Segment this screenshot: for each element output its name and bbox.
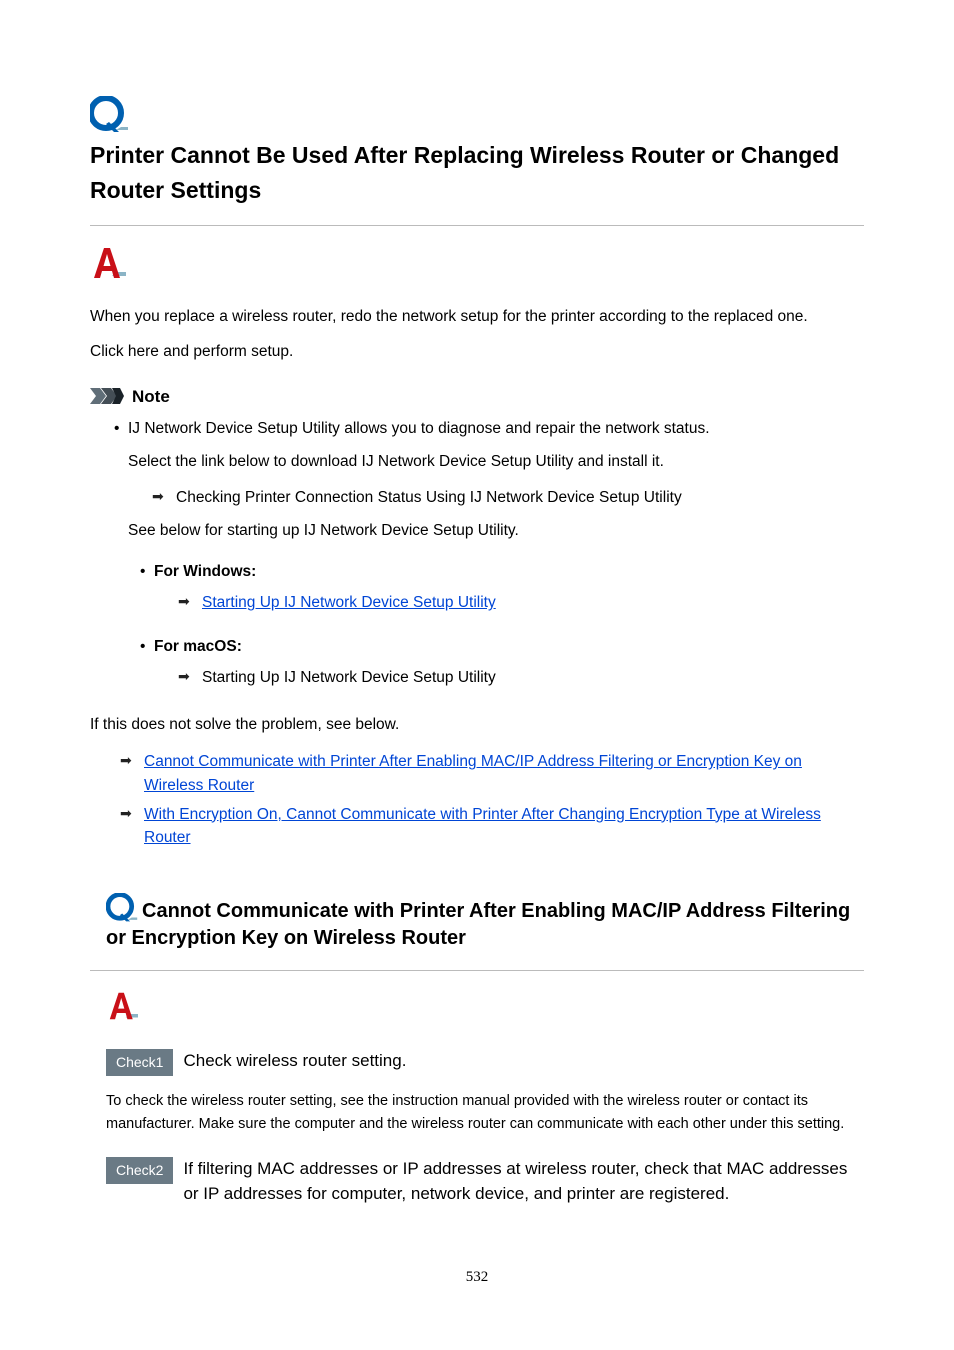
- page-title: Printer Cannot Be Used After Replacing W…: [90, 138, 864, 207]
- page-number: 532: [90, 1266, 864, 1289]
- subsection-title: Cannot Communicate with Printer After En…: [90, 887, 864, 952]
- subsection-title-text: Cannot Communicate with Printer After En…: [106, 900, 850, 949]
- divider-2: [90, 970, 864, 971]
- note-sub-2: See below for starting up IJ Network Dev…: [128, 519, 864, 542]
- check2-text: If filtering MAC addresses or IP address…: [183, 1157, 864, 1206]
- note-bullet-item: IJ Network Device Setup Utility allows y…: [114, 417, 864, 440]
- os-windows-link-item: Starting Up IJ Network Device Setup Util…: [178, 591, 864, 614]
- subsection: Cannot Communicate with Printer After En…: [90, 887, 864, 1206]
- answer-icon-large: [90, 246, 864, 280]
- note-bullet-list: IJ Network Device Setup Utility allows y…: [90, 417, 864, 440]
- check2-badge: Check2: [106, 1157, 173, 1184]
- problem-link-1[interactable]: Cannot Communicate with Printer After En…: [144, 753, 802, 793]
- note-label: Note: [132, 384, 170, 410]
- check1-badge: Check1: [106, 1049, 173, 1076]
- post-note-para: If this does not solve the problem, see …: [90, 713, 864, 736]
- note-header: Note: [90, 384, 864, 410]
- os-mac-text: Starting Up IJ Network Device Setup Util…: [178, 666, 864, 689]
- check1-explain: To check the wireless router setting, se…: [106, 1090, 864, 1135]
- problem-link-item-2: With Encryption On, Cannot Communicate w…: [120, 803, 864, 850]
- os-list: For Windows:: [90, 560, 864, 583]
- os-mac-label: For macOS:: [140, 635, 864, 658]
- check2-row: Check2 If filtering MAC addresses or IP …: [106, 1157, 864, 1206]
- question-icon-small: [106, 893, 140, 923]
- problem-links-list: Cannot Communicate with Printer After En…: [90, 750, 864, 849]
- os-list-2: For macOS:: [90, 635, 864, 658]
- os-mac-sublist: Starting Up IJ Network Device Setup Util…: [90, 666, 864, 689]
- os-windows-link[interactable]: Starting Up IJ Network Device Setup Util…: [202, 594, 496, 611]
- check1-text: Check wireless router setting.: [183, 1049, 406, 1074]
- divider: [90, 225, 864, 226]
- os-windows-label: For Windows:: [140, 560, 864, 583]
- intro-paragraph-2: Click here and perform setup.: [90, 340, 864, 363]
- check1-row: Check1 Check wireless router setting.: [106, 1049, 864, 1076]
- answer-icon-small: [90, 991, 864, 1021]
- note-sub-1: Select the link below to download IJ Net…: [128, 450, 864, 473]
- note-chevron-icon: [90, 388, 124, 404]
- question-icon-large: [90, 96, 864, 134]
- problem-link-2[interactable]: With Encryption On, Cannot Communicate w…: [144, 806, 821, 846]
- intro-paragraph-1: When you replace a wireless router, redo…: [90, 305, 864, 328]
- note-arrow-item-1: Checking Printer Connection Status Using…: [152, 486, 864, 509]
- note-arrow-list-1: Checking Printer Connection Status Using…: [90, 486, 864, 509]
- problem-link-item-1: Cannot Communicate with Printer After En…: [120, 750, 864, 797]
- os-windows-sublist: Starting Up IJ Network Device Setup Util…: [90, 591, 864, 614]
